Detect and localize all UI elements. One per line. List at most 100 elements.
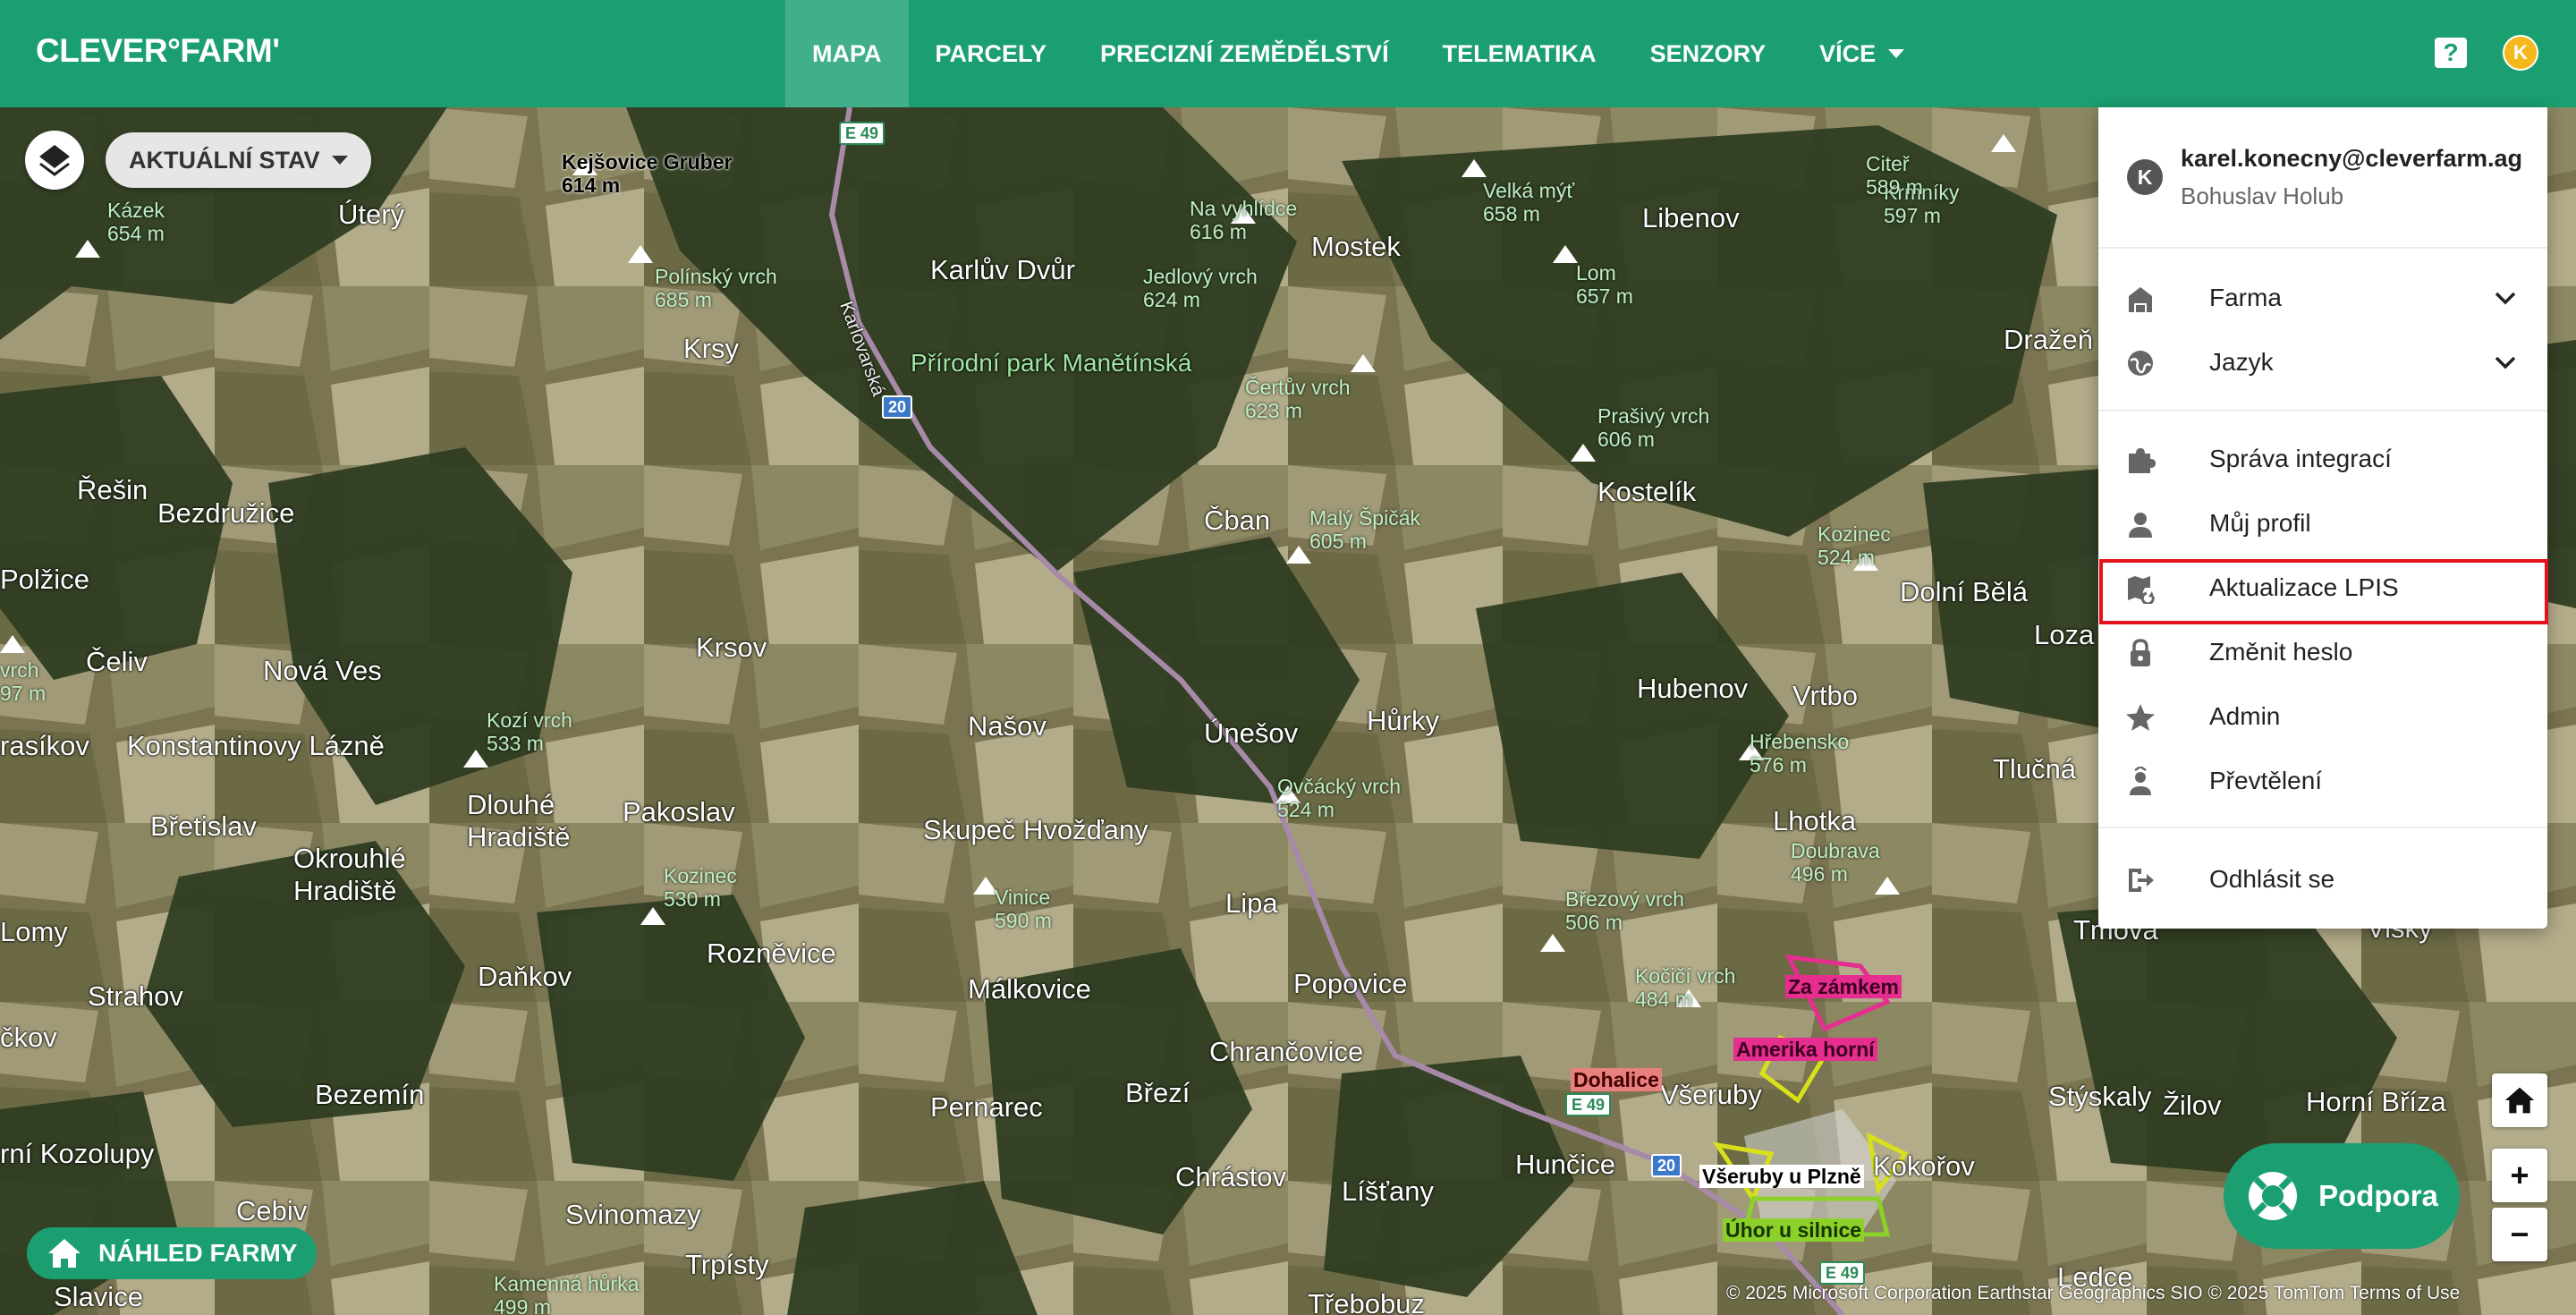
home-view-button[interactable] bbox=[2492, 1073, 2547, 1127]
menu-item-muj-profil[interactable]: Můj profil bbox=[2098, 494, 2547, 553]
peak-label: Kozí vrch 533 m bbox=[487, 708, 572, 755]
place-label: Všeruby bbox=[1660, 1079, 1762, 1110]
place-label: Loza bbox=[2034, 619, 2095, 650]
peak-label: Ovčácký vrch 524 m bbox=[1277, 775, 1402, 821]
menu-divider bbox=[2098, 410, 2547, 411]
peak-label: Kázek 654 m bbox=[107, 199, 165, 245]
place-label: Lipa bbox=[1225, 887, 1278, 919]
place-label: Kokořov bbox=[1873, 1150, 1975, 1182]
peak-marker-icon bbox=[1540, 934, 1565, 952]
zoom-in-button[interactable]: + bbox=[2492, 1149, 2547, 1202]
place-label: Žilov bbox=[2163, 1090, 2222, 1121]
help-icon[interactable]: ? bbox=[2435, 38, 2467, 68]
parcel-label[interactable]: Amerika horní bbox=[1733, 1038, 1877, 1061]
menu-item-prevteleni[interactable]: Převtělení bbox=[2098, 751, 2547, 810]
farm-icon bbox=[2129, 287, 2152, 312]
place-label: Únešov bbox=[1204, 717, 1299, 749]
main-nav: MAPA PARCELY PRECIZNÍ ZEMĚDĚLSTVÍ TELEMA… bbox=[785, 0, 1931, 107]
nav-item-mapa[interactable]: MAPA bbox=[785, 0, 909, 107]
nav-label: MAPA bbox=[812, 39, 882, 67]
menu-divider bbox=[2098, 827, 2547, 828]
menu-item-label: Aktualizace LPIS bbox=[2209, 573, 2399, 601]
place-label: Hůrky bbox=[1367, 705, 1439, 736]
person-icon bbox=[2129, 513, 2152, 538]
place-label: Čeliv bbox=[86, 646, 148, 677]
peak-marker-icon bbox=[1462, 159, 1487, 177]
nav-label: TELEMATIKA bbox=[1442, 39, 1597, 67]
peak-marker-icon bbox=[463, 750, 488, 768]
place-label: Dlouhé Hradiště bbox=[467, 789, 571, 853]
place-label: Našov bbox=[968, 710, 1046, 742]
layers-button[interactable] bbox=[25, 131, 84, 190]
home-icon bbox=[48, 1239, 80, 1268]
menu-item-label: Farma bbox=[2209, 284, 2282, 311]
support-button[interactable]: Podpora bbox=[2224, 1143, 2460, 1249]
peak-label: vrch 97 m bbox=[0, 658, 47, 705]
place-label: Chrástov bbox=[1175, 1161, 1287, 1192]
place-label: Konstantinovy Lázně bbox=[127, 730, 385, 761]
menu-item-farma[interactable]: Farma bbox=[2098, 268, 2547, 327]
menu-item-jazyk[interactable]: Jazyk bbox=[2098, 333, 2547, 392]
menu-item-odhlasit-se[interactable]: Odhlásit se bbox=[2098, 850, 2547, 909]
menu-item-aktualizace-lpis[interactable]: Aktualizace LPIS bbox=[2098, 558, 2547, 617]
peak-label: Březový vrch 506 m bbox=[1565, 887, 1684, 934]
place-label: čkov bbox=[0, 1022, 57, 1053]
farm-preview-button[interactable]: NÁHLED FARMY bbox=[27, 1227, 318, 1279]
place-label: Vrtbo bbox=[1792, 680, 1858, 711]
nav-label: PRECIZNÍ ZEMĚDĚLSTVÍ bbox=[1100, 39, 1389, 67]
chevron-down-icon bbox=[2495, 356, 2516, 369]
place-label: Březí bbox=[1125, 1077, 1191, 1108]
road-sign: E 49 bbox=[1819, 1261, 1866, 1285]
peak-marker-icon bbox=[1286, 546, 1311, 564]
nav-item-precizni-zemedelstvi[interactable]: PRECIZNÍ ZEMĚDĚLSTVÍ bbox=[1073, 0, 1416, 107]
road-sign: 20 bbox=[1651, 1154, 1682, 1177]
logout-icon bbox=[2129, 869, 2154, 892]
app-logo[interactable]: CLEVER°FARM' bbox=[36, 32, 280, 70]
place-label: Krsov bbox=[696, 632, 767, 663]
top-bar: CLEVER°FARM' MAPA PARCELY PRECIZNÍ ZEMĚD… bbox=[0, 0, 2576, 107]
peak-marker-icon bbox=[628, 245, 653, 263]
state-selector[interactable]: AKTUÁLNÍ STAV bbox=[106, 132, 372, 188]
place-label: Rozněvice bbox=[707, 937, 836, 969]
lifebuoy-icon bbox=[2249, 1172, 2298, 1220]
parcel-label[interactable]: Za zámkem bbox=[1785, 975, 1902, 998]
menu-item-admin[interactable]: Admin bbox=[2098, 687, 2547, 746]
menu-item-label: Admin bbox=[2209, 702, 2281, 730]
menu-item-label: Můj profil bbox=[2209, 509, 2311, 537]
user-name: Bohuslav Holub bbox=[2181, 182, 2344, 209]
user-menu: K karel.konecny@cleverfarm.ag Bohuslav H… bbox=[2098, 107, 2547, 929]
peak-label: Vinice 590 m bbox=[995, 886, 1052, 932]
parcel-label[interactable]: Všeruby u Plzně bbox=[1699, 1165, 1864, 1188]
nav-item-senzory[interactable]: SENZORY bbox=[1623, 0, 1793, 107]
place-label: Třebobuz bbox=[1308, 1288, 1425, 1315]
menu-item-label: Jazyk bbox=[2209, 348, 2274, 376]
place-label: Strahov bbox=[88, 980, 183, 1012]
parcel-label[interactable]: Úhor u silnice bbox=[1723, 1218, 1865, 1242]
menu-item-zmenit-heslo[interactable]: Změnit heslo bbox=[2098, 623, 2547, 682]
parcel-label[interactable]: Dohalice bbox=[1571, 1068, 1662, 1091]
menu-divider bbox=[2098, 247, 2547, 249]
menu-item-sprava-integraci[interactable]: Správa integrací bbox=[2098, 429, 2547, 488]
peak-marker-icon bbox=[1991, 134, 2016, 152]
user-email: karel.konecny@cleverfarm.ag bbox=[2181, 145, 2523, 172]
home-icon bbox=[2504, 1087, 2535, 1114]
star-icon bbox=[2126, 704, 2155, 731]
state-selector-label: AKTUÁLNÍ STAV bbox=[129, 146, 320, 174]
lock-icon bbox=[2131, 639, 2150, 666]
avatar[interactable]: K bbox=[2503, 35, 2538, 71]
place-label: Pernarec bbox=[930, 1091, 1043, 1123]
place-label: Karlův Dvůr bbox=[930, 254, 1075, 285]
place-label: Pakoslav bbox=[623, 796, 735, 827]
place-label: rasíkov bbox=[0, 730, 89, 761]
zoom-out-button[interactable]: − bbox=[2492, 1208, 2547, 1261]
place-label: Lhotka bbox=[1773, 805, 1857, 836]
place-label: Trpísty bbox=[685, 1249, 769, 1280]
nav-item-telematika[interactable]: TELEMATIKA bbox=[1416, 0, 1623, 107]
place-label: Okrouhlé Hradiště bbox=[293, 843, 406, 906]
peak-label: Kozinec 530 m bbox=[664, 864, 737, 911]
nav-item-parcely[interactable]: PARCELY bbox=[909, 0, 1074, 107]
nav-item-vice[interactable]: VÍCE bbox=[1792, 0, 1931, 107]
globe-icon bbox=[2128, 351, 2153, 376]
peak-marker-icon bbox=[640, 907, 665, 925]
peak-label: Hřebensko 576 m bbox=[1750, 730, 1850, 776]
